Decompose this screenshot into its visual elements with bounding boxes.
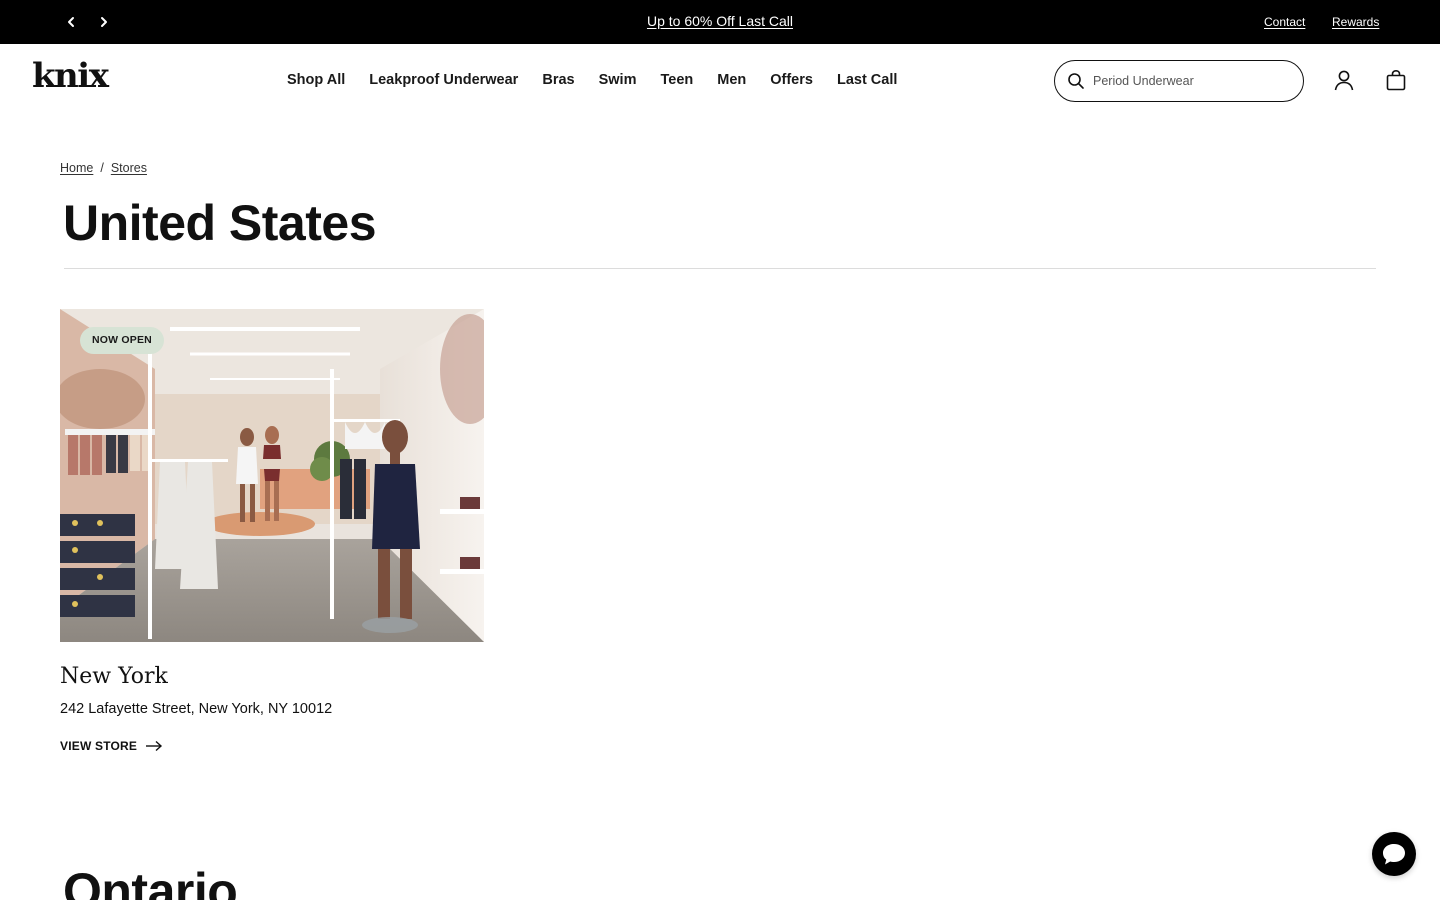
view-store-link[interactable]: VIEW STORE [60,739,163,753]
nav-leakproof-underwear[interactable]: Leakproof Underwear [369,72,518,88]
main-nav: Shop All Leakproof Underwear Bras Swim T… [287,72,897,88]
search-box [1054,60,1304,102]
arrow-right-icon [146,740,163,752]
promo-message: Up to 60% Off Last Call [0,13,1440,29]
view-store-label: VIEW STORE [60,739,138,753]
nav-teen[interactable]: Teen [660,72,693,88]
contact-link[interactable]: Contact [1264,15,1305,29]
cart-icon[interactable] [1384,68,1408,92]
breadcrumb-separator: / [100,161,104,175]
nav-shop-all[interactable]: Shop All [287,72,345,88]
rewards-link[interactable]: Rewards [1332,15,1379,29]
now-open-badge: NOW OPEN [80,327,164,354]
store-name[interactable]: New York [60,664,168,689]
promo-link[interactable]: Up to 60% Off Last Call [647,13,793,29]
site-header: knix Shop All Leakproof Underwear Bras S… [0,44,1440,118]
store-address: 242 Lafayette Street, New York, NY 10012 [60,701,333,717]
store-image[interactable] [60,309,484,642]
region-title-ontario: Ontario [63,863,238,900]
search-icon[interactable] [1067,72,1085,90]
chat-button[interactable] [1372,832,1416,876]
nav-men[interactable]: Men [717,72,746,88]
knix-logo[interactable]: knix [32,56,109,96]
chat-bubble-icon [1383,844,1405,865]
nav-last-call[interactable]: Last Call [837,72,897,88]
page-title: United States [63,195,377,251]
announcement-bar: Up to 60% Off Last Call Contact Rewards [0,0,1440,44]
breadcrumb-home[interactable]: Home [60,161,93,175]
account-icon[interactable] [1332,68,1356,92]
store-interior-photo [60,309,484,642]
nav-bras[interactable]: Bras [542,72,574,88]
breadcrumb-stores[interactable]: Stores [111,161,147,175]
breadcrumb: Home / Stores [60,161,147,175]
nav-swim[interactable]: Swim [599,72,637,88]
nav-offers[interactable]: Offers [770,72,813,88]
search-input[interactable] [1093,74,1283,88]
title-divider [64,268,1376,269]
